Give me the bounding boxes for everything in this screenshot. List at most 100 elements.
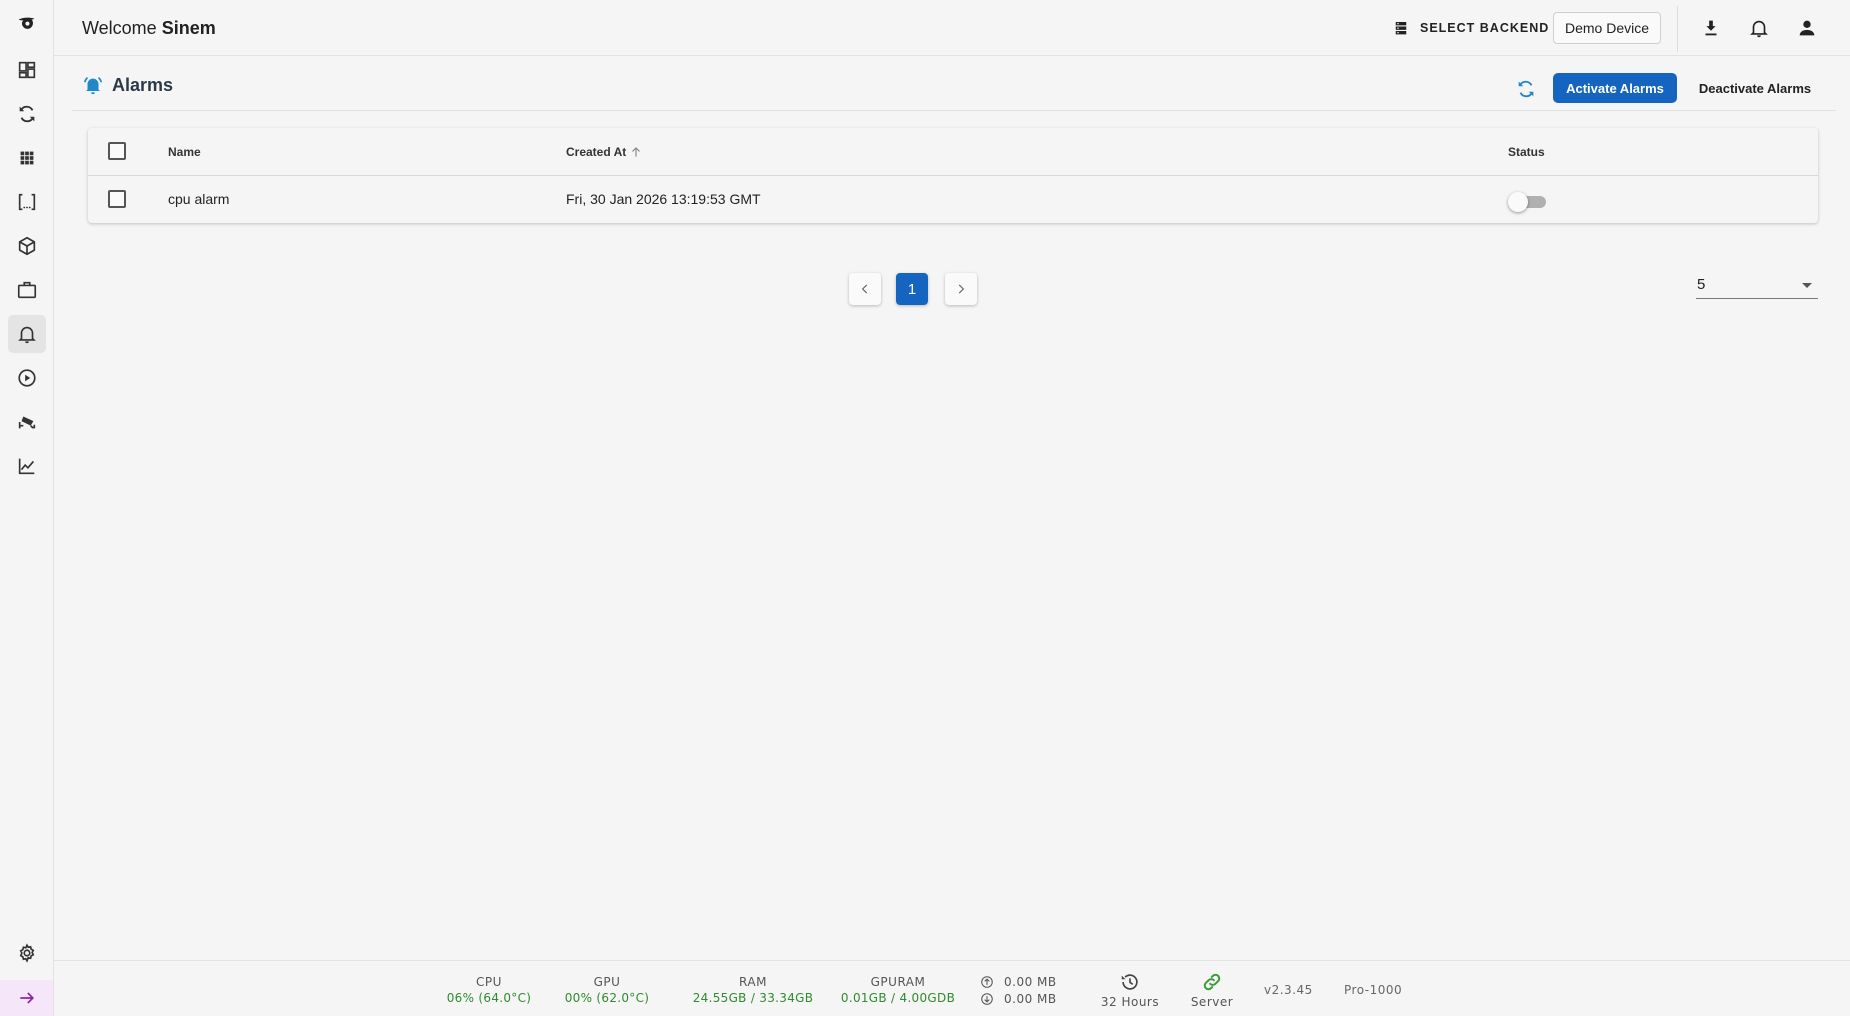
gpu-stat: GPU 00% (62.0°C) bbox=[552, 975, 662, 1005]
gpuram-value: 0.01GB / 4.00GDB bbox=[840, 991, 956, 1005]
toggle-knob bbox=[1508, 192, 1528, 212]
column-header-status[interactable]: Status bbox=[1508, 145, 1545, 159]
sidebar-item-apps[interactable] bbox=[8, 139, 46, 177]
column-header-name[interactable]: Name bbox=[168, 145, 201, 159]
network-stat: 0.00 MB 0.00 MB bbox=[980, 973, 1057, 1007]
alarm-created-at: Fri, 30 Jan 2026 13:19:53 GMT bbox=[566, 191, 761, 207]
play-circle-icon bbox=[18, 369, 36, 387]
sidebar-item-playback[interactable] bbox=[8, 359, 46, 397]
chevron-left-icon bbox=[861, 284, 868, 294]
cpu-value: 06% (64.0°C) bbox=[446, 991, 532, 1005]
column-status-label: Status bbox=[1508, 145, 1545, 159]
download-circle-icon bbox=[981, 992, 993, 1005]
cube-icon bbox=[18, 236, 36, 256]
sidebar-item-cameras[interactable] bbox=[8, 403, 46, 441]
activate-alarms-button[interactable]: Activate Alarms bbox=[1553, 73, 1677, 103]
notifications-button[interactable] bbox=[1745, 14, 1773, 42]
sync-icon bbox=[19, 105, 35, 123]
alarm-name: cpu alarm bbox=[168, 191, 230, 207]
sidebar-item-analytics[interactable] bbox=[8, 447, 46, 485]
deactivate-alarms-button[interactable]: Deactivate Alarms bbox=[1692, 73, 1818, 103]
brackets-icon bbox=[18, 193, 36, 211]
network-download: 0.00 MB bbox=[980, 990, 1057, 1007]
network-download-value: 0.00 MB bbox=[1004, 991, 1057, 1006]
page-header: Alarms bbox=[82, 74, 173, 96]
alarm-bell-icon bbox=[83, 77, 103, 95]
device-button[interactable]: Demo Device bbox=[1553, 12, 1661, 44]
sidebar-item-models[interactable] bbox=[8, 227, 46, 265]
network-upload-value: 0.00 MB bbox=[1004, 974, 1057, 989]
ram-value: 24.55GB / 33.34GB bbox=[692, 991, 814, 1005]
select-backend-label: SELECT BACKEND bbox=[1420, 21, 1550, 35]
page-button-1[interactable]: 1 bbox=[896, 273, 928, 305]
sidebar-item-dashboard[interactable] bbox=[8, 51, 46, 89]
header-divider bbox=[1677, 6, 1678, 52]
cpu-stat: CPU 06% (64.0°C) bbox=[434, 975, 544, 1005]
refresh-button[interactable] bbox=[1512, 75, 1540, 103]
gpu-label: GPU bbox=[593, 975, 621, 989]
download-button[interactable] bbox=[1697, 14, 1725, 42]
dashboard-icon bbox=[18, 61, 36, 79]
cpu-label: CPU bbox=[476, 975, 502, 989]
gpu-value: 00% (62.0°C) bbox=[564, 991, 650, 1005]
select-all-checkbox[interactable] bbox=[108, 142, 126, 160]
welcome-text: Welcome Sinem bbox=[82, 18, 216, 39]
welcome-prefix: Welcome bbox=[82, 18, 157, 38]
history-clock-icon bbox=[1121, 974, 1138, 990]
page-size-value: 5 bbox=[1697, 276, 1706, 293]
table-header: Name Created At Status bbox=[88, 128, 1818, 176]
table-row[interactable]: cpu alarm Fri, 30 Jan 2026 13:19:53 GMT bbox=[88, 176, 1818, 223]
status-footer: CPU 06% (64.0°C) GPU 00% (62.0°C) RAM 24… bbox=[54, 960, 1850, 1016]
row-checkbox[interactable] bbox=[108, 190, 126, 208]
select-backend-button[interactable]: SELECT BACKEND bbox=[1392, 14, 1549, 42]
plan-text: Pro-1000 bbox=[1344, 983, 1403, 997]
person-icon bbox=[1799, 20, 1815, 36]
sidebar-item-settings[interactable] bbox=[8, 934, 46, 972]
sidebar-expand-button[interactable] bbox=[0, 980, 53, 1016]
uptime-value: 32 Hours bbox=[1100, 995, 1160, 1009]
header-rule bbox=[72, 110, 1836, 111]
apps-grid-icon bbox=[20, 151, 34, 165]
network-upload: 0.00 MB bbox=[980, 973, 1057, 990]
column-created-at-label: Created At bbox=[566, 145, 627, 159]
sidebar-item-alarms[interactable] bbox=[8, 315, 46, 353]
uptime-stat: 32 Hours bbox=[1092, 971, 1168, 1009]
server-icon bbox=[1395, 22, 1407, 35]
bell-outline-icon bbox=[1750, 20, 1768, 38]
prev-page-button[interactable] bbox=[849, 273, 881, 305]
chart-line-icon bbox=[18, 458, 35, 475]
sidebar-item-sync[interactable] bbox=[8, 95, 46, 133]
gpuram-label: GPURAM bbox=[870, 975, 926, 989]
chevron-right-icon bbox=[958, 284, 965, 294]
column-header-created-at[interactable]: Created At bbox=[566, 145, 643, 159]
server-connection-stat[interactable]: Server bbox=[1182, 971, 1242, 1009]
download-icon bbox=[1705, 20, 1717, 36]
alarm-status-toggle[interactable] bbox=[1508, 192, 1548, 212]
upload-circle-icon bbox=[981, 975, 993, 988]
next-page-button[interactable] bbox=[945, 273, 977, 305]
page-title: Alarms bbox=[112, 74, 174, 95]
chevron-down-icon bbox=[1802, 283, 1812, 288]
page-size-select[interactable]: 5 bbox=[1696, 272, 1818, 299]
briefcase-icon bbox=[17, 281, 37, 299]
top-bar: Welcome Sinem SELECT BACKEND Demo Device bbox=[54, 0, 1850, 56]
arrow-right-icon bbox=[19, 992, 34, 1004]
gpuram-stat: GPURAM 0.01GB / 4.00GDB bbox=[830, 975, 966, 1005]
link-icon bbox=[1203, 973, 1221, 991]
version-text: v2.3.45 bbox=[1264, 983, 1313, 997]
sidebar-item-brackets[interactable] bbox=[8, 183, 46, 221]
ram-label: RAM bbox=[739, 975, 767, 989]
refresh-icon bbox=[1518, 80, 1534, 98]
ram-stat: RAM 24.55GB / 33.34GB bbox=[678, 975, 828, 1005]
account-button[interactable] bbox=[1793, 14, 1821, 42]
alarms-table: Name Created At Status cpu alarm Fri, 30… bbox=[88, 128, 1818, 223]
gear-icon bbox=[19, 943, 35, 963]
sidebar bbox=[0, 0, 54, 1016]
app-logo-icon[interactable] bbox=[8, 6, 46, 44]
sidebar-item-jobs[interactable] bbox=[8, 271, 46, 309]
column-name-label: Name bbox=[168, 145, 201, 159]
server-label: Server bbox=[1190, 995, 1234, 1009]
user-name: Sinem bbox=[161, 18, 216, 38]
bell-icon bbox=[18, 326, 36, 344]
sort-ascending-icon bbox=[632, 147, 641, 157]
